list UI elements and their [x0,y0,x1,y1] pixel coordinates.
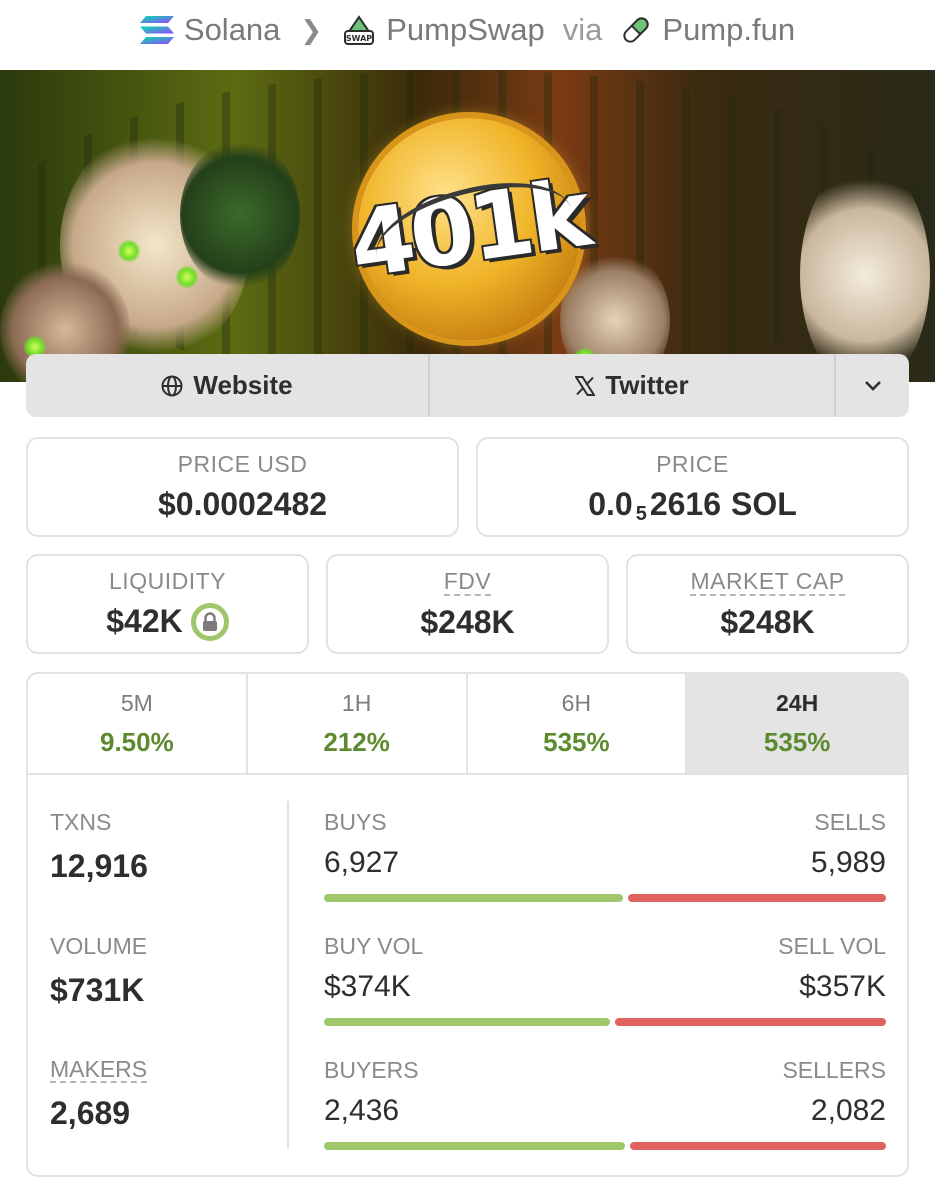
volume-split-bar [324,1018,886,1026]
tab-label: 24H [776,689,819,716]
txns-label: TXNS [50,809,112,835]
price-native-digits: 2616 [649,486,721,522]
link-bar: Website Twitter [26,354,909,417]
via-label: via [562,12,603,47]
buyers-value: 2,436 [324,1094,400,1127]
makers-label[interactable]: MAKERS [50,1057,148,1083]
totals-column: TXNS 12,916 VOLUME $731K MAKERS 2,689 [50,809,148,1175]
twitter-button[interactable]: Twitter [430,354,836,417]
tab-24h[interactable]: 24H 535% [687,674,907,773]
twitter-label: Twitter [605,370,689,400]
makers-stat: MAKERS 2,689 [50,1057,148,1175]
tab-5m[interactable]: 5M 9.50% [28,674,248,773]
price-native-card: PRICE 0.0 5 2616 SOL [476,437,909,537]
sells-bar [627,894,886,902]
buy-vol-label: BUY VOL [324,933,424,959]
globe-icon [161,375,183,396]
liquidity-value: $42K [106,603,183,639]
tab-label: 1H [341,689,372,716]
chain-name: Solana [183,12,281,47]
liquidity-label: LIQUIDITY [109,567,226,594]
breadcrumb-dex[interactable]: SWAP PumpSwap [342,12,545,48]
price-native-label: PRICE [656,451,729,477]
buyers-sellers-row: BUYERS SELLERS 2,436 2,082 [324,1057,886,1157]
price-usd-card: PRICE USD $0.0002482 [26,437,459,537]
website-button[interactable]: Website [26,354,430,417]
breadcrumb: Solana ❯ SWAP PumpSwap via Pump.fun [0,0,935,60]
buys-sells-row: BUYS SELLS 6,927 5,989 [324,809,886,909]
dex-name: PumpSwap [386,12,545,47]
breadcrumb-launchpad[interactable]: Pump.fun [620,12,795,48]
price-usd-value: $0.0002482 [157,486,328,522]
buy-vol-value: $374K [324,970,411,1003]
token-banner: 401k [0,70,935,382]
stats-body: TXNS 12,916 VOLUME $731K MAKERS 2,689 BU… [28,775,907,1175]
price-native-zero-count: 5 [635,503,647,525]
txns-value: 12,916 [50,848,148,884]
tab-label: 5M [120,689,153,716]
volume-value: $731K [50,972,145,1008]
fdv-value: $248K [420,603,515,640]
sell-vol-value: $357K [799,970,886,1003]
buy-vol-bar [324,1018,610,1026]
svg-text:SWAP: SWAP [346,34,372,43]
volume-stat: VOLUME $731K [50,933,148,1057]
market-cap-value: $248K [720,603,815,640]
tab-change: 212% [323,726,390,757]
buyers-label: BUYERS [324,1057,419,1083]
pill-icon [623,17,650,43]
sellers-value: 2,082 [810,1094,886,1127]
tab-6h[interactable]: 6H 535% [468,674,688,773]
chevron-down-icon [864,380,881,391]
sells-label: SELLS [814,809,886,835]
makers-value: 2,689 [50,1095,131,1131]
sell-vol-bar [614,1018,886,1026]
solana-icon [139,16,174,44]
price-native-unit: SOL [731,486,797,522]
tab-1h[interactable]: 1H 212% [248,674,468,773]
price-usd-label: PRICE USD [177,451,308,477]
txns-stat: TXNS 12,916 [50,809,148,933]
volume-split-row: BUY VOL SELL VOL $374K $357K [324,933,886,1033]
launchpad-name: Pump.fun [662,12,796,47]
chevron-right-icon: ❯ [300,14,323,45]
x-logo-icon [575,375,596,396]
sellers-bar [629,1142,886,1150]
sells-value: 5,989 [810,846,886,879]
lock-icon[interactable] [190,602,229,641]
buys-sells-bar [324,894,886,902]
trading-stats-panel: 5M 9.50% 1H 212% 6H 535% 24H 535% TXNS 1… [26,672,909,1177]
buys-value: 6,927 [324,846,400,879]
tab-change: 535% [543,726,610,757]
liquidity-card: LIQUIDITY $42K [26,554,309,654]
fdv-label[interactable]: FDV [443,568,492,596]
column-divider [287,801,289,1149]
market-cap-card: MARKET CAP $248K [626,554,909,654]
tab-change: 9.50% [100,726,174,757]
fdv-card: FDV $248K [326,554,609,654]
more-links-button[interactable] [836,354,909,417]
buys-bar [324,894,623,902]
price-native-value: 0.0 5 2616 SOL [588,486,797,525]
website-label: Website [193,370,293,400]
volume-label: VOLUME [50,933,148,959]
breadcrumb-chain[interactable]: Solana [139,12,281,48]
buyers-bar [324,1142,625,1150]
timeframe-tabs: 5M 9.50% 1H 212% 6H 535% 24H 535% [28,674,907,775]
buys-label: BUYS [324,809,387,835]
sell-vol-label: SELL VOL [778,933,886,959]
sellers-label: SELLERS [782,1057,886,1083]
market-cap-label[interactable]: MARKET CAP [690,568,845,596]
price-native-prefix: 0.0 [588,486,633,522]
tab-label: 6H [561,689,592,716]
tab-change: 535% [763,726,831,757]
buyers-sellers-bar [324,1142,886,1150]
pumpswap-icon: SWAP [344,15,375,45]
